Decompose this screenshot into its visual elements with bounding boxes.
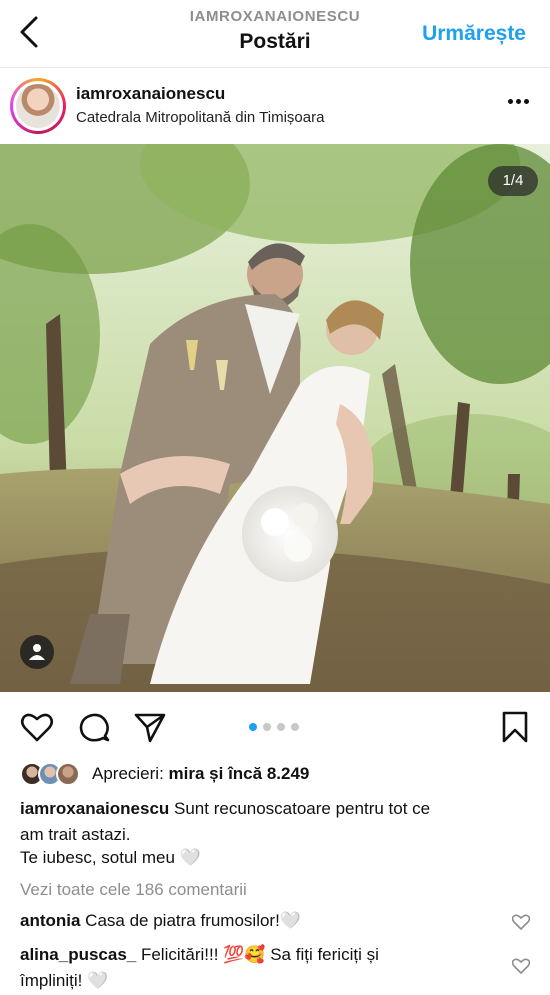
- caption: iamroxanaionescu Sunt recunoscatoare pen…: [20, 799, 431, 844]
- user-tag-icon[interactable]: [20, 635, 54, 669]
- post-actions: [0, 692, 550, 760]
- small-heart-icon[interactable]: [511, 958, 531, 974]
- avatar[interactable]: [10, 78, 66, 134]
- wedding-photo: [0, 144, 550, 692]
- likes-count: Aprecieri: mira și încă 8.249: [92, 764, 310, 783]
- post-image[interactable]: 1/4: [0, 144, 550, 692]
- post-header: iamroxanaionescu Catedrala Mitropolitană…: [0, 68, 550, 144]
- caption-username[interactable]: iamroxanaionescu: [20, 799, 169, 818]
- comment-username[interactable]: antonia: [20, 911, 80, 930]
- comment: antonia Casa de piatra frumosilor!🤍: [20, 911, 301, 930]
- share-icon[interactable]: [133, 710, 167, 744]
- top-navigation-bar: IAMROXANAIONESCU Postări Urmărește: [0, 0, 550, 68]
- small-heart-icon[interactable]: [511, 914, 531, 930]
- bookmark-icon[interactable]: [498, 710, 532, 744]
- follow-button[interactable]: Urmărește: [422, 22, 526, 46]
- likes-more[interactable]: încă 8.249: [228, 764, 309, 783]
- caption-line: Te iubesc, sotul meu 🤍: [20, 848, 201, 867]
- post-location[interactable]: Catedrala Mitropolitană din Timișoara: [76, 109, 324, 126]
- liker-avatar: [56, 762, 80, 786]
- comment-username[interactable]: alina_puscas_: [20, 945, 136, 964]
- post-username[interactable]: iamroxanaionescu: [76, 84, 225, 104]
- more-options-icon[interactable]: [508, 98, 530, 106]
- likes-row[interactable]: Aprecieri: mira și încă 8.249: [20, 760, 540, 788]
- carousel-indicator: [249, 722, 303, 732]
- comment-icon[interactable]: [77, 710, 111, 744]
- liker-name[interactable]: mira: [169, 764, 205, 783]
- comment: alina_puscas_ Felicitări!!! 💯🥰 Sa fiți f…: [20, 945, 379, 990]
- heart-icon[interactable]: [20, 710, 54, 744]
- image-counter: 1/4: [488, 166, 538, 196]
- view-all-comments-link[interactable]: Vezi toate cele 186 comentarii: [20, 877, 510, 903]
